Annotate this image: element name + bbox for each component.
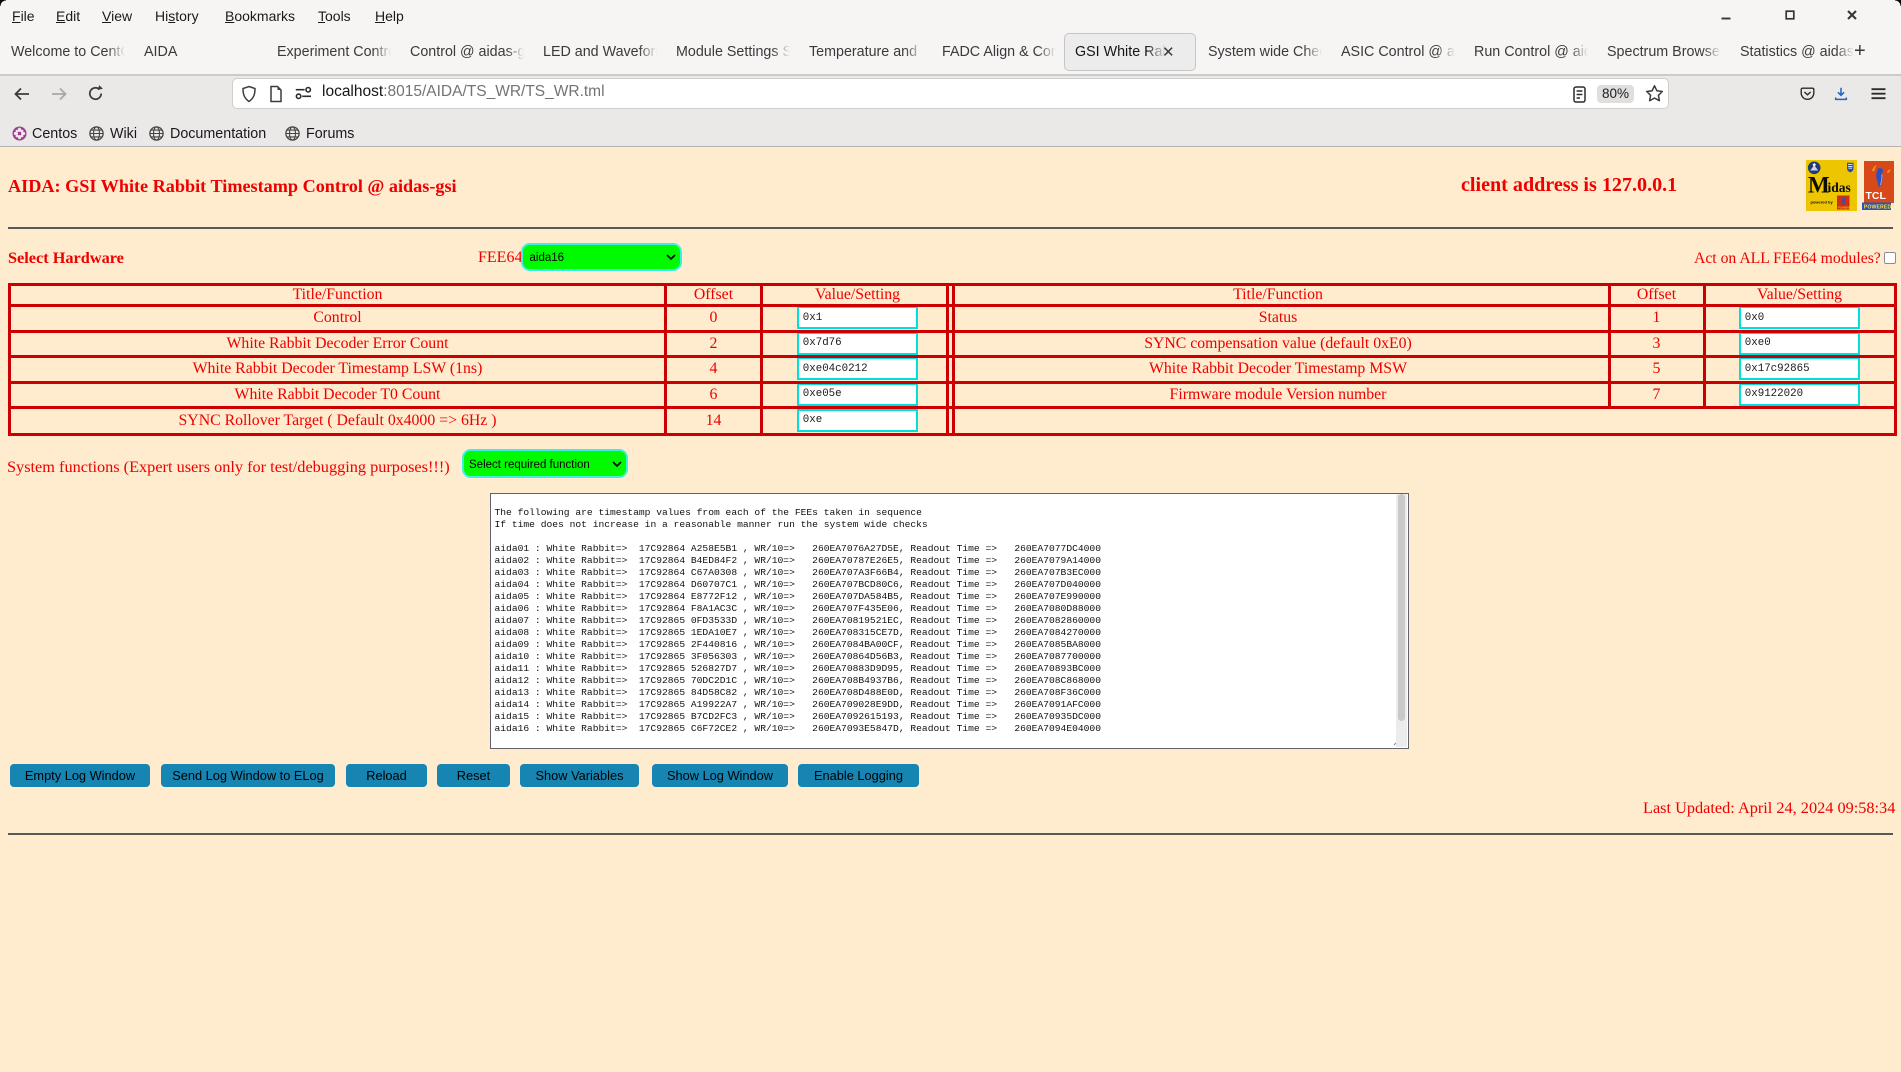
svg-text:POWERED: POWERED — [1838, 206, 1852, 210]
svg-text:powered by: powered by — [1811, 200, 1834, 205]
svg-text:idas: idas — [1828, 180, 1851, 195]
svg-text:POWERED: POWERED — [1864, 205, 1892, 211]
svg-text:TCL: TCL — [1866, 190, 1887, 202]
